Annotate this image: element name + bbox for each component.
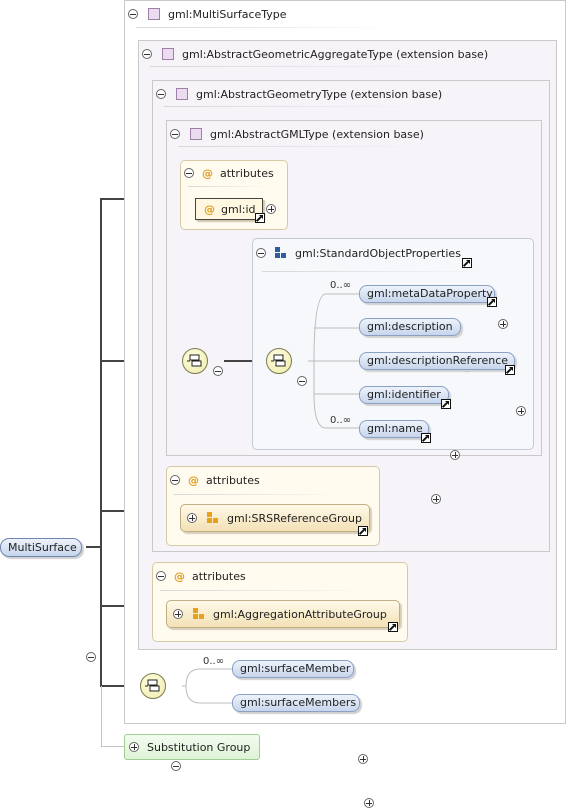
attributes-label: attributes (192, 569, 246, 583)
collapse-icon[interactable] (213, 366, 223, 376)
complex-type-icon (162, 48, 174, 60)
go-to-definition-icon[interactable] (388, 622, 398, 632)
cardinality-label: 0..∞ (330, 280, 352, 291)
attribute-group-icon (193, 608, 204, 619)
expand-icon[interactable] (358, 754, 368, 764)
element-surfacemembers[interactable]: gml:surfaceMembers (232, 694, 360, 712)
root-connector (86, 546, 100, 548)
go-to-definition-icon[interactable] (505, 365, 515, 375)
collapse-icon[interactable] (156, 571, 166, 581)
element-descriptionreference[interactable]: gml:descriptionReference (359, 352, 515, 370)
go-to-definition-icon[interactable] (487, 297, 497, 307)
aggregation-attribute-group-label: gml:AggregationAttributeGroup (213, 607, 387, 621)
srs-reference-group[interactable]: gml:SRSReferenceGroup (180, 504, 370, 532)
element-description[interactable]: gml:description (359, 318, 461, 336)
substitution-connector-v (101, 686, 102, 746)
go-to-definition-icon[interactable] (421, 433, 431, 443)
header-underline (136, 27, 396, 28)
collapse-icon[interactable] (142, 49, 152, 59)
attribute-icon: @ (188, 473, 199, 487)
go-to-definition-icon[interactable] (255, 213, 265, 223)
attribute-group-icon (207, 512, 218, 523)
sequence-glyph (271, 354, 286, 367)
cardinality-label: 0..∞ (203, 656, 225, 667)
header-underline (178, 146, 428, 147)
attributes-label: attributes (206, 473, 260, 487)
multisurfacetype-label: gml:MultiSurfaceType (168, 7, 287, 21)
substitution-connector-h (101, 746, 125, 747)
collapse-icon[interactable] (156, 89, 166, 99)
complex-type-icon (148, 8, 160, 20)
attribute-icon: @ (202, 166, 213, 180)
element-surfacemember[interactable]: gml:surfaceMember (232, 660, 354, 678)
gml-id-attribute[interactable]: @ gml:id (195, 198, 263, 220)
multisurfacetype-header[interactable]: gml:MultiSurfaceType (128, 6, 287, 22)
root-element-multisurface[interactable]: MultiSurface (0, 538, 82, 557)
header-underline (160, 590, 370, 591)
expand-icon[interactable] (364, 798, 374, 808)
member-branches (182, 668, 232, 704)
expand-icon[interactable] (450, 450, 460, 460)
sequence-glyph (187, 354, 202, 367)
id-attributes-header[interactable]: @ attributes (184, 165, 274, 181)
expand-icon[interactable] (173, 609, 183, 619)
header-underline (174, 494, 344, 495)
sequence-glyph (145, 679, 160, 692)
header-underline (150, 66, 450, 67)
standard-object-properties-header[interactable]: gml:StandardObjectProperties (256, 245, 461, 261)
substitution-group-box[interactable]: Substitution Group (124, 734, 260, 760)
expand-icon[interactable] (129, 742, 139, 752)
attributes-label: attributes (220, 166, 274, 180)
element-name[interactable]: gml:name (359, 420, 429, 438)
aggregate-type-label: gml:AbstractGeometricAggregateType (exte… (182, 47, 489, 61)
attribute-icon: @ (174, 569, 185, 583)
geometry-type-header[interactable]: gml:AbstractGeometryType (extension base… (156, 86, 442, 102)
trunk-line (100, 198, 102, 686)
expand-icon[interactable] (498, 319, 508, 329)
aggregate-type-header[interactable]: gml:AbstractGeometricAggregateType (exte… (142, 46, 488, 62)
collapse-icon[interactable] (86, 652, 96, 662)
srs-attributes-header[interactable]: @ attributes (170, 472, 260, 488)
aggregation-attributes-header[interactable]: @ attributes (156, 568, 246, 584)
go-to-definition-icon[interactable] (441, 399, 451, 409)
gml-id-label: gml:id (221, 202, 256, 216)
aggregation-attribute-group[interactable]: gml:AggregationAttributeGroup (166, 600, 400, 628)
attribute-icon: @ (204, 202, 215, 216)
expand-icon[interactable] (187, 513, 197, 523)
header-underline (262, 271, 492, 272)
collapse-icon[interactable] (256, 248, 266, 258)
standard-object-properties-panel (252, 238, 534, 450)
standard-object-properties-label: gml:StandardObjectProperties (295, 246, 461, 260)
geometry-type-label: gml:AbstractGeometryType (extension base… (196, 87, 443, 101)
go-to-definition-icon[interactable] (358, 526, 368, 536)
expand-icon[interactable] (431, 494, 441, 504)
cardinality-label: 0..∞ (330, 415, 352, 426)
gml-type-label: gml:AbstractGMLType (extension base) (210, 127, 424, 141)
collapse-icon[interactable] (170, 475, 180, 485)
header-underline (188, 186, 268, 187)
complex-type-icon (176, 88, 188, 100)
element-identifier[interactable]: gml:identifier (359, 386, 449, 404)
substitution-group-label: Substitution Group (147, 740, 251, 754)
gml-type-header[interactable]: gml:AbstractGMLType (extension base) (170, 126, 424, 142)
element-metadataproperty[interactable]: gml:metaDataProperty (359, 285, 495, 303)
expand-icon[interactable] (266, 204, 276, 214)
collapse-icon[interactable] (184, 168, 194, 178)
expand-icon[interactable] (516, 406, 526, 416)
collapse-icon[interactable] (171, 761, 181, 771)
collapse-icon[interactable] (170, 129, 180, 139)
collapse-icon[interactable] (128, 9, 138, 19)
srs-reference-group-label: gml:SRSReferenceGroup (227, 511, 362, 525)
complex-type-icon (190, 128, 202, 140)
header-underline (164, 106, 424, 107)
group-icon (275, 247, 286, 258)
go-to-definition-icon[interactable] (462, 258, 472, 268)
